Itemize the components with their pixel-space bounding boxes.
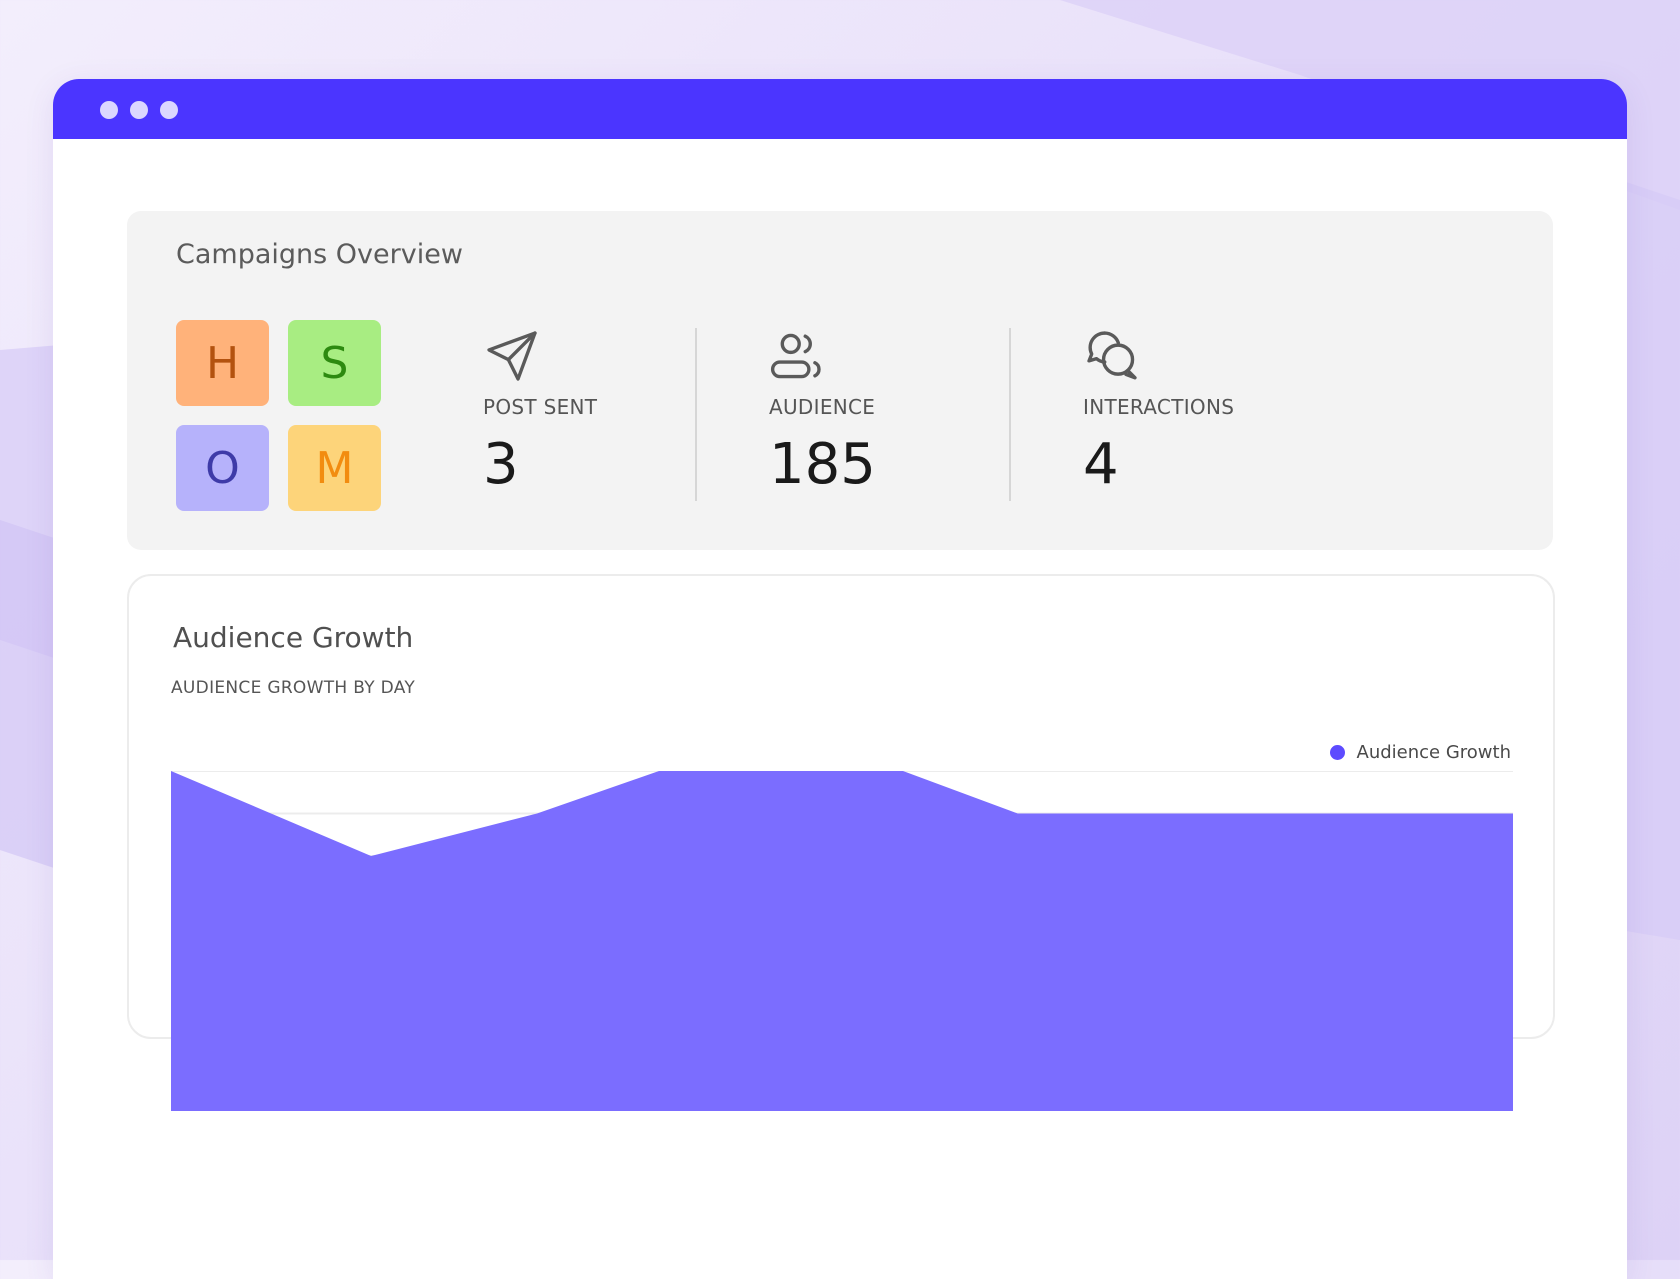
users-icon	[770, 333, 821, 379]
window-dot[interactable]	[130, 101, 148, 119]
stat-value: 185	[769, 432, 876, 497]
window-titlebar	[53, 79, 1627, 139]
stat-value: 3	[483, 432, 519, 497]
overview-title: Campaigns Overview	[176, 239, 463, 270]
tile-letter: H	[205, 337, 240, 389]
growth-title: Audience Growth	[173, 621, 414, 654]
channel-tile-h[interactable]: H	[176, 320, 269, 406]
paper-plane-icon	[487, 331, 537, 381]
stat-value: 4	[1083, 432, 1119, 497]
growth-subtitle: AUDIENCE GROWTH BY DAY	[171, 678, 416, 698]
audience-growth-area[interactable]	[171, 771, 1513, 1111]
audience-growth-card: Audience Growth AUDIENCE GROWTH BY DAY A…	[127, 574, 1555, 1111]
tile-letter: S	[320, 337, 349, 389]
stat-label: AUDIENCE	[769, 395, 876, 419]
campaigns-overview-card: Campaigns Overview H S O M POST SENT 3 A…	[127, 211, 1553, 550]
browser-window: Campaigns Overview H S O M POST SENT 3 A…	[53, 79, 1627, 1279]
channel-tile-o[interactable]: O	[176, 425, 269, 511]
channel-tile-s[interactable]: S	[288, 320, 381, 406]
tile-letter: M	[315, 442, 354, 494]
legend-label: Audience Growth	[1356, 742, 1511, 763]
tile-letter: O	[205, 442, 240, 494]
chart-legend[interactable]: Audience Growth	[1329, 742, 1511, 763]
window-dot[interactable]	[100, 101, 118, 119]
legend-dot	[1329, 745, 1345, 760]
stat-divider	[695, 328, 697, 501]
window-dot[interactable]	[160, 101, 178, 119]
chat-bubbles-icon	[1087, 331, 1137, 380]
stat-label: POST SENT	[483, 395, 598, 419]
stat-label: INTERACTIONS	[1083, 395, 1235, 419]
stat-divider	[1009, 328, 1011, 501]
audience-growth-chart	[171, 771, 1513, 1111]
channel-tile-m[interactable]: M	[288, 425, 381, 511]
